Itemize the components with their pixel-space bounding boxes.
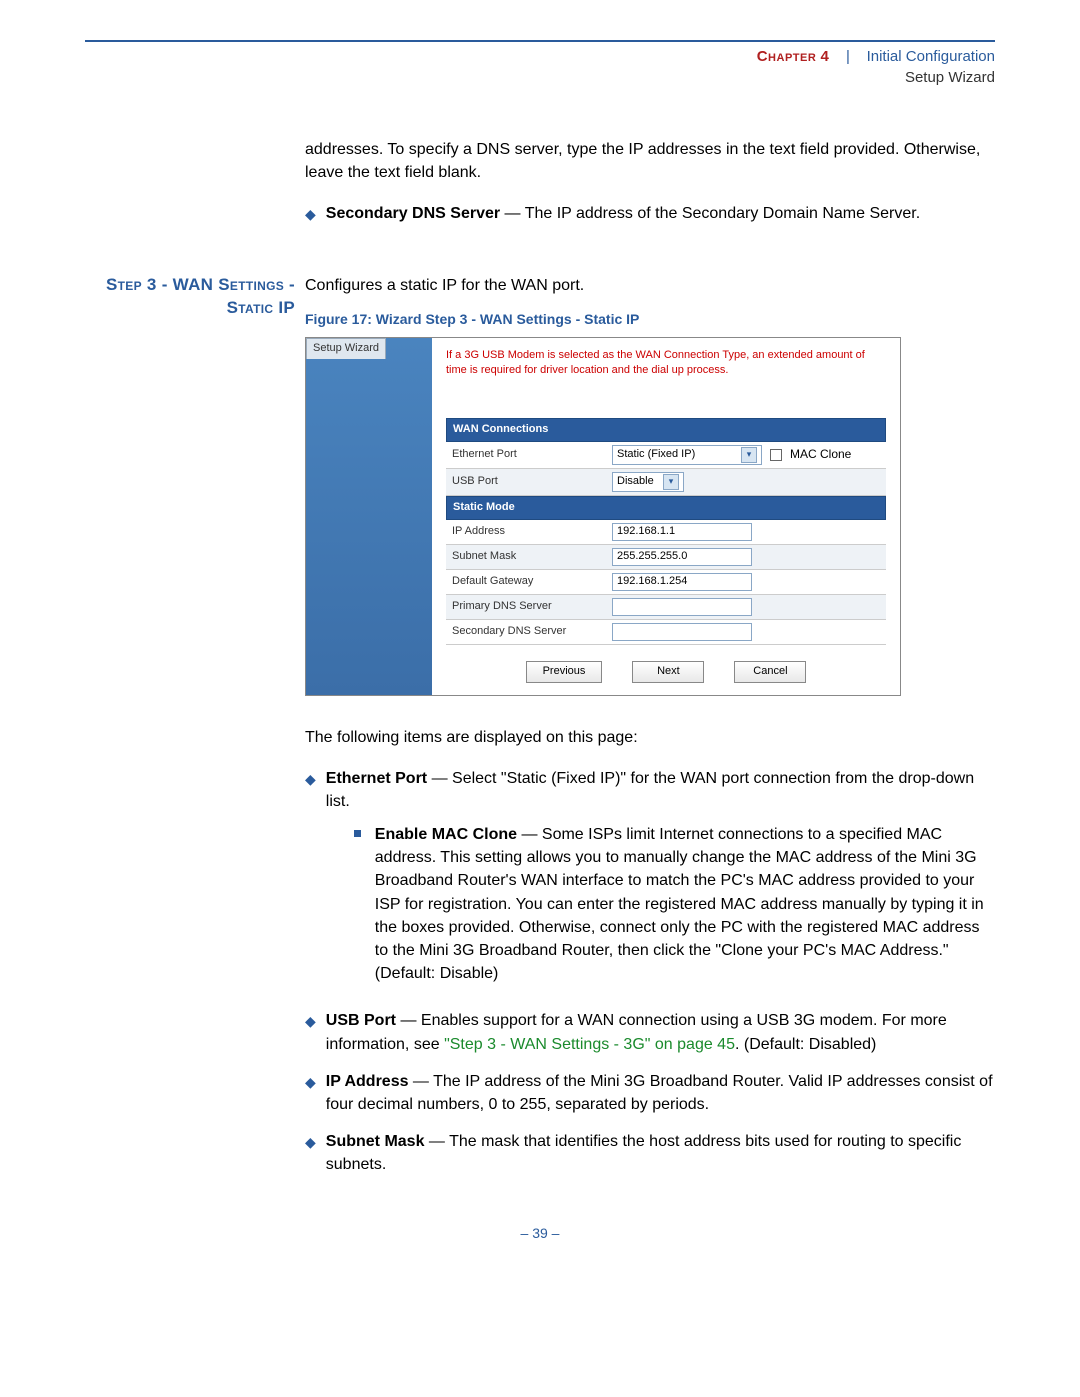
bullet-ip-address: ◆ IP Address — The IP address of the Min… bbox=[305, 1070, 995, 1116]
bullet-ethernet-port: ◆ Ethernet Port — Select "Static (Fixed … bbox=[305, 767, 995, 996]
row-ethernet-port: Ethernet Port Static (Fixed IP) ▾ MAC Cl… bbox=[446, 442, 886, 469]
diamond-icon: ◆ bbox=[305, 1011, 316, 1055]
diamond-icon: ◆ bbox=[305, 1072, 316, 1116]
row-ip-address: IP Address 192.168.1.1 bbox=[446, 520, 886, 545]
wizard-screenshot: Setup Wizard If a 3G USB Modem is select… bbox=[305, 337, 901, 696]
page-number: – 39 – bbox=[85, 1225, 995, 1241]
header-divider: | bbox=[846, 48, 850, 65]
page-subtitle: Setup Wizard bbox=[85, 67, 995, 88]
mac-clone-label: MAC Clone bbox=[790, 446, 851, 463]
figure-caption: Figure 17: Wizard Step 3 - WAN Settings … bbox=[305, 309, 995, 329]
page-header: Chapter 4 | Initial Configuration Setup … bbox=[85, 46, 995, 88]
cancel-button[interactable]: Cancel bbox=[734, 661, 806, 683]
subnet-mask-input[interactable]: 255.255.255.0 bbox=[612, 548, 752, 566]
section-intro: Configures a static IP for the WAN port. bbox=[305, 274, 995, 297]
chapter-title: Initial Configuration bbox=[867, 48, 995, 65]
previous-button[interactable]: Previous bbox=[526, 661, 603, 683]
next-button[interactable]: Next bbox=[632, 661, 704, 683]
mac-clone-checkbox[interactable] bbox=[770, 449, 782, 461]
diamond-icon: ◆ bbox=[305, 1132, 316, 1176]
square-icon bbox=[354, 830, 361, 837]
wizard-note: If a 3G USB Modem is selected as the WAN… bbox=[446, 348, 886, 378]
wizard-tab[interactable]: Setup Wizard bbox=[306, 338, 386, 359]
post-figure-intro: The following items are displayed on thi… bbox=[305, 726, 995, 749]
ip-address-input[interactable]: 192.168.1.1 bbox=[612, 523, 752, 541]
diamond-icon: ◆ bbox=[305, 769, 316, 996]
static-mode-header: Static Mode bbox=[446, 496, 886, 520]
bullet-usb-port: ◆ USB Port — Enables support for a WAN c… bbox=[305, 1009, 995, 1055]
bullet-subnet-mask: ◆ Subnet Mask — The mask that identifies… bbox=[305, 1130, 995, 1176]
primary-dns-input[interactable] bbox=[612, 598, 752, 616]
diamond-icon: ◆ bbox=[305, 204, 316, 225]
chevron-down-icon: ▾ bbox=[741, 447, 757, 463]
row-usb-port: USB Port Disable ▾ bbox=[446, 469, 886, 496]
secondary-dns-input[interactable] bbox=[612, 623, 752, 641]
ethernet-port-select[interactable]: Static (Fixed IP) ▾ bbox=[612, 445, 762, 465]
chapter-label: Chapter bbox=[757, 48, 817, 65]
row-secondary-dns: Secondary DNS Server bbox=[446, 620, 886, 645]
chapter-number: 4 bbox=[820, 48, 829, 65]
row-subnet-mask: Subnet Mask 255.255.255.0 bbox=[446, 545, 886, 570]
default-gateway-input[interactable]: 192.168.1.254 bbox=[612, 573, 752, 591]
cross-ref-link[interactable]: "Step 3 - WAN Settings - 3G" on page 45 bbox=[444, 1036, 735, 1053]
chevron-down-icon: ▾ bbox=[663, 474, 679, 490]
usb-port-select[interactable]: Disable ▾ bbox=[612, 472, 684, 492]
intro-continued: addresses. To specify a DNS server, type… bbox=[305, 138, 995, 184]
row-default-gateway: Default Gateway 192.168.1.254 bbox=[446, 570, 886, 595]
bullet-secondary-dns: ◆ Secondary DNS Server — The IP address … bbox=[305, 202, 995, 225]
wan-connections-header: WAN Connections bbox=[446, 418, 886, 442]
sub-bullet-mac-clone: Enable MAC Clone — Some ISPs limit Inter… bbox=[354, 823, 995, 985]
section-heading: Step 3 - WAN Settings - Static IP bbox=[85, 274, 295, 320]
row-primary-dns: Primary DNS Server bbox=[446, 595, 886, 620]
